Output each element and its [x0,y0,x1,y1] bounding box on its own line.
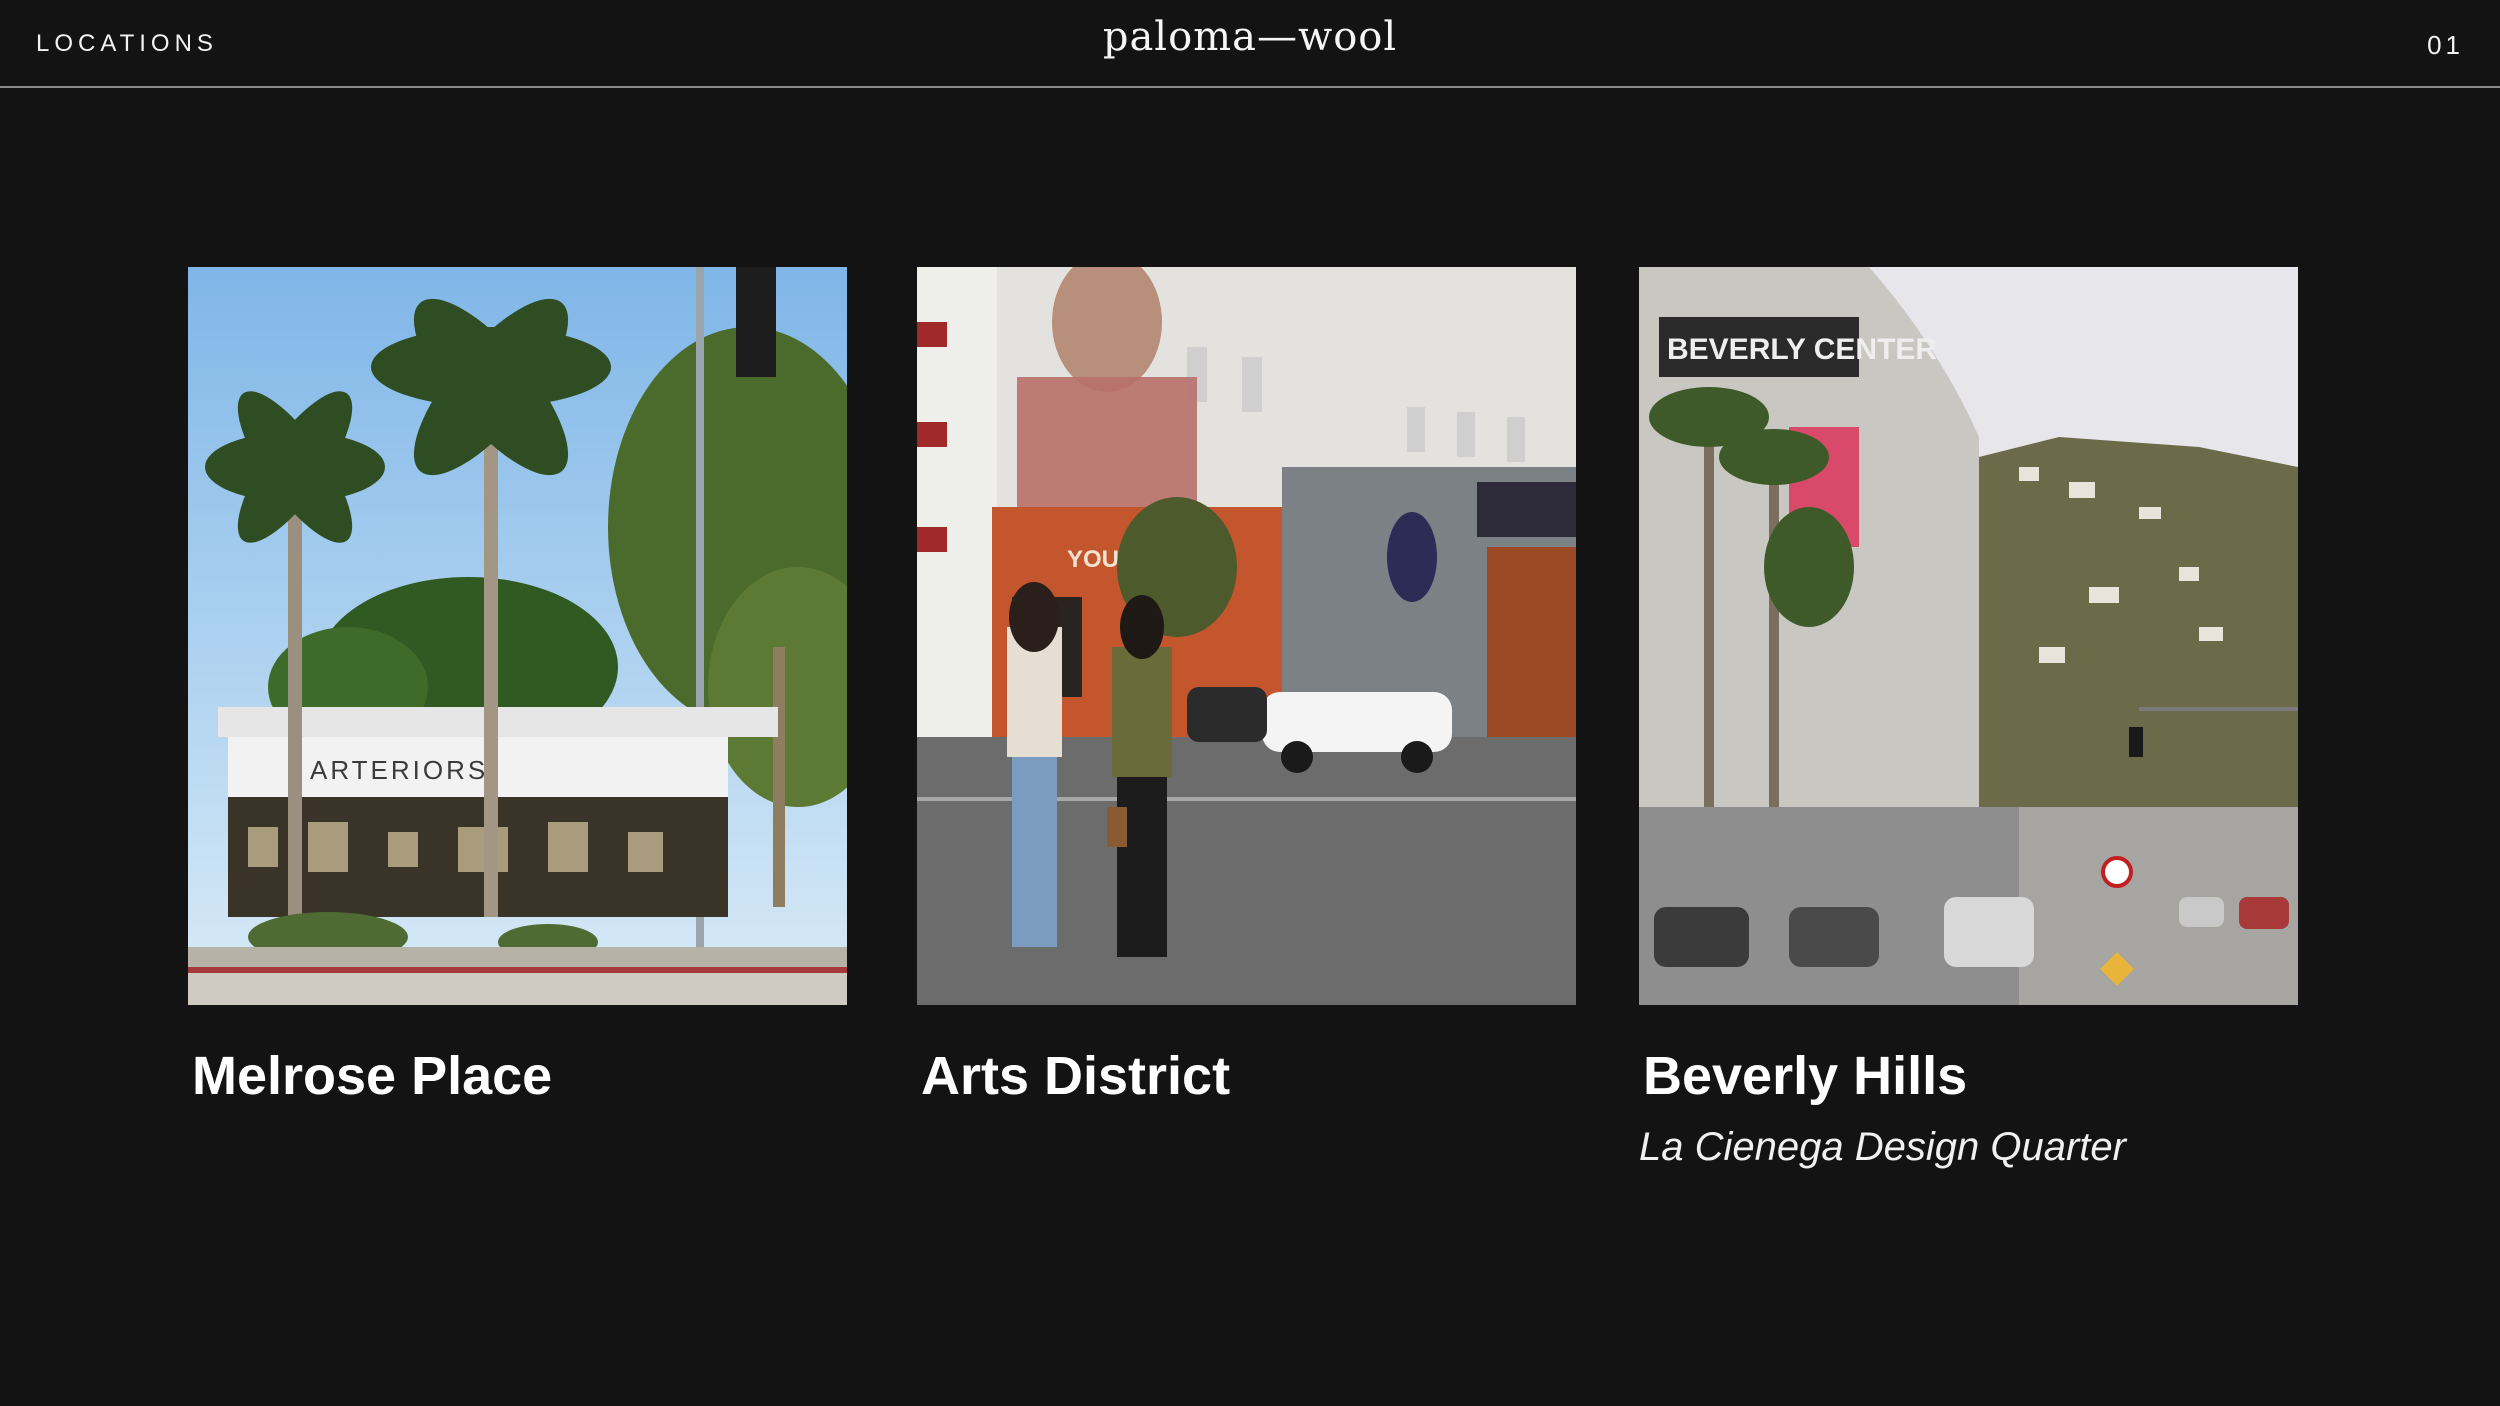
page-number: 01 [2427,30,2464,60]
arts-district-street-photo[interactable]: YOU [917,267,1576,1005]
location-title: Beverly Hills [1643,1046,1968,1106]
wall-lettering: YOU [1067,546,1119,573]
location-title: Melrose Place [192,1046,553,1106]
storefront-sign: ARTERIORS [310,755,488,785]
beverly-hills-street-photo[interactable]: BEVERLY CENTER [1639,267,2298,1005]
location-subtitle: La Cienega Design Quarter [1639,1125,2126,1169]
brand-logo[interactable]: paloma—wool [0,14,2500,60]
top-bar: LOCATIONS paloma—wool 01 [0,0,2500,88]
melrose-storefront-photo[interactable]: ARTERIORS [188,267,847,1005]
location-card-beverly-hills[interactable]: BEVERLY CENTER Beverly Hills La Cienega … [1639,267,2298,1167]
mall-sign: BEVERLY CENTER [1667,333,1937,366]
location-card-arts-district[interactable]: YOU Arts District [917,267,1576,1103]
location-title: Arts District [921,1046,1231,1106]
location-card-melrose-place[interactable]: ARTERIORS Melrose Place [188,267,847,1103]
